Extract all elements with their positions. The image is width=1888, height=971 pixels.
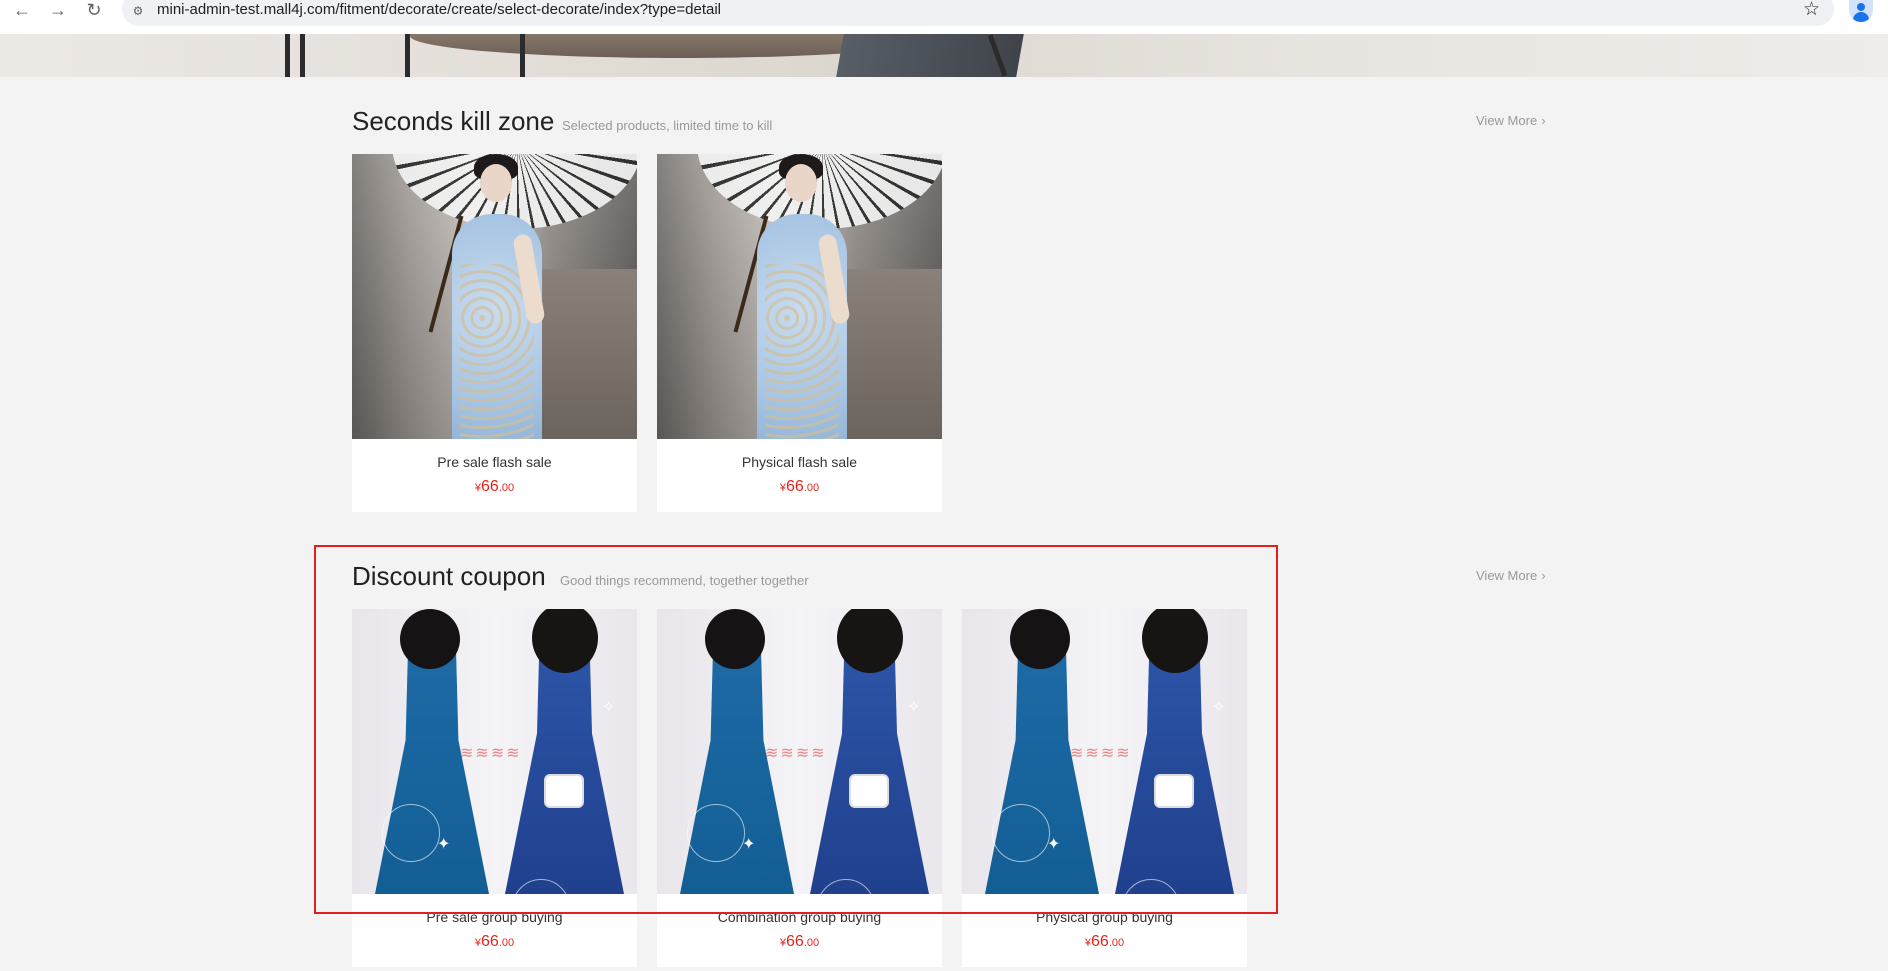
- dress-shape: [372, 649, 492, 894]
- sparkle-icon: ✧: [602, 699, 616, 716]
- chevron-right-icon: ›: [1541, 113, 1546, 128]
- product-card[interactable]: ≋≋≋≋ ✦ ✧ Pre sale group buying ¥66.00: [352, 609, 637, 967]
- product-card[interactable]: ≋≋≋≋ ✦ ✧ Physical group buying ¥66.00: [962, 609, 1247, 967]
- price-integer: 66: [481, 933, 499, 950]
- product-image[interactable]: ≋≋≋≋ ✦ ✧: [962, 609, 1247, 894]
- browser-toolbar: ← → ↻ ⚙ mini-admin-test.mall4j.com/fitme…: [0, 0, 1888, 34]
- view-more-label: View More: [1476, 568, 1538, 583]
- product-price: ¥66.00: [657, 478, 942, 496]
- back-arrow-icon[interactable]: ←: [8, 0, 36, 22]
- section-title-seconds-kill: Seconds kill zone: [352, 106, 555, 136]
- banner-leg-shape: [285, 34, 290, 77]
- decor-ring-shape: [992, 804, 1050, 862]
- watermark-shape: ≋≋≋≋: [460, 745, 522, 762]
- watermark-shape: ≋≋≋≋: [765, 745, 827, 762]
- profile-head-shape: [1857, 3, 1865, 11]
- profile-body-shape: [1853, 12, 1869, 22]
- price-decimal: .00: [803, 937, 820, 949]
- price-decimal: .00: [498, 937, 515, 949]
- price-decimal: .00: [498, 482, 515, 494]
- watermark-shape: ≋≋≋≋: [1070, 745, 1132, 762]
- sparkle-icon: ✦: [742, 836, 756, 853]
- product-price: ¥66.00: [962, 933, 1247, 951]
- product-price: ¥66.00: [352, 933, 637, 951]
- product-card[interactable]: Physical flash sale ¥66.00: [657, 154, 942, 512]
- product-card[interactable]: ≋≋≋≋ ✦ ✧ Combination group buying ¥66.00: [657, 609, 942, 967]
- hair-shape: [1010, 609, 1070, 669]
- sparkle-icon: ✧: [1212, 699, 1226, 716]
- product-card[interactable]: Pre sale flash sale ¥66.00: [352, 154, 637, 512]
- chevron-right-icon: ›: [1541, 568, 1546, 583]
- product-image[interactable]: ≋≋≋≋ ✦ ✧: [657, 609, 942, 894]
- sparkle-icon: ✧: [907, 699, 921, 716]
- product-price: ¥66.00: [657, 933, 942, 951]
- site-info-icon[interactable]: ⚙: [130, 4, 146, 18]
- product-name: Pre sale flash sale: [437, 454, 552, 470]
- address-bar[interactable]: ⚙ mini-admin-test.mall4j.com/fitment/dec…: [122, 0, 1834, 26]
- profile-avatar-icon[interactable]: [1849, 0, 1873, 22]
- price-integer: 66: [1091, 933, 1109, 950]
- handbag-shape: [849, 774, 889, 808]
- banner-leg-shape: [520, 34, 525, 77]
- stone-shape: [527, 269, 637, 439]
- decor-ring-shape: [687, 804, 745, 862]
- product-image[interactable]: ≋≋≋≋ ✦ ✧: [352, 609, 637, 894]
- handbag-shape: [1154, 774, 1194, 808]
- decor-ring-shape: [382, 804, 440, 862]
- sparkle-icon: ✦: [1047, 836, 1061, 853]
- product-image[interactable]: [352, 154, 637, 439]
- view-more-link-seconds-kill[interactable]: View More ›: [1476, 113, 1546, 128]
- reload-icon[interactable]: ↻: [80, 0, 108, 22]
- price-integer: 66: [786, 933, 804, 950]
- bookmark-star-icon[interactable]: ☆: [1803, 0, 1820, 21]
- dress-shape: [1112, 639, 1237, 894]
- price-decimal: .00: [803, 482, 820, 494]
- view-more-link-discount-coupon[interactable]: View More ›: [1476, 568, 1546, 583]
- url-text[interactable]: mini-admin-test.mall4j.com/fitment/decor…: [157, 1, 721, 18]
- dress-shape: [807, 639, 932, 894]
- handbag-shape: [544, 774, 584, 808]
- product-name: Pre sale group buying: [426, 909, 563, 925]
- product-name: Physical group buying: [1036, 909, 1173, 925]
- section-title-discount-coupon: Discount coupon: [352, 561, 546, 591]
- product-price: ¥66.00: [352, 478, 637, 496]
- face-shape: [785, 164, 817, 202]
- stone-shape: [832, 269, 942, 439]
- price-integer: 66: [481, 478, 499, 495]
- price-decimal: .00: [1108, 937, 1125, 949]
- section-subtitle-discount-coupon: Good things recommend, together together: [560, 573, 809, 588]
- price-integer: 66: [786, 478, 804, 495]
- product-name: Physical flash sale: [741, 454, 858, 470]
- hair-shape: [400, 609, 460, 669]
- dress-shape: [677, 649, 797, 894]
- banner-leg-shape: [405, 34, 410, 77]
- view-more-label: View More: [1476, 113, 1538, 128]
- dress-shape: [982, 649, 1102, 894]
- section-subtitle-seconds-kill: Selected products, limited time to kill: [562, 118, 773, 133]
- dress-shape: [502, 639, 627, 894]
- forward-arrow-icon[interactable]: →: [44, 0, 72, 22]
- product-image[interactable]: [657, 154, 942, 439]
- product-name: Combination group buying: [717, 909, 882, 925]
- sparkle-icon: ✦: [437, 836, 451, 853]
- hair-shape: [705, 609, 765, 669]
- banner-leg-shape: [300, 34, 305, 77]
- hero-banner-image: [0, 34, 1888, 77]
- face-shape: [480, 164, 512, 202]
